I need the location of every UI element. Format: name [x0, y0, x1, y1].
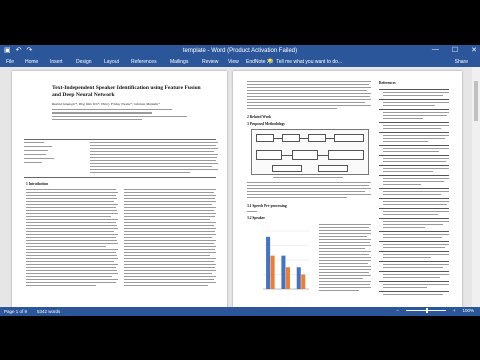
- zoom-out-button[interactable]: −: [396, 308, 399, 313]
- document-area[interactable]: Text-Independent Speaker Identification …: [0, 67, 472, 307]
- keywords-rule: [24, 139, 216, 140]
- ribbon-tabs: File Home Insert Design Layout Reference…: [0, 57, 480, 67]
- section-references: References: [379, 81, 396, 85]
- section-related-work: 2 Related Work: [247, 115, 272, 119]
- tab-design[interactable]: Design: [76, 59, 92, 65]
- share-button[interactable]: Share: [455, 59, 468, 65]
- lightbulb-icon: 💡: [267, 59, 274, 65]
- paper-authors: Rashid Jahangir*, Ying Wah Teh*, Henry F…: [52, 102, 160, 106]
- tab-review[interactable]: Review: [202, 59, 218, 65]
- zoom-level[interactable]: 100%: [462, 308, 474, 313]
- paper-title: Text-Independent Speaker Identification …: [52, 85, 212, 99]
- zoom-slider-knob[interactable]: [425, 308, 428, 313]
- tab-references[interactable]: References: [131, 59, 157, 65]
- section-introduction: 1 Introduction: [26, 182, 49, 186]
- tab-mailings[interactable]: Mailings: [170, 59, 188, 65]
- equation-line: [247, 211, 257, 213]
- paper-title-line-1: Text-Independent Speaker Identification …: [52, 85, 201, 91]
- chart-bar: [281, 255, 286, 289]
- tab-home[interactable]: Home: [25, 59, 38, 65]
- word-window: ▣ ↶ ↷ template - Word (Product Activatio…: [0, 45, 480, 316]
- vertical-scrollbar[interactable]: [472, 67, 480, 307]
- tab-layout[interactable]: Layout: [104, 59, 119, 65]
- methodology-flowchart: [251, 129, 369, 175]
- bar-chart: [263, 230, 309, 290]
- scrollbar-thumb[interactable]: [474, 81, 478, 121]
- abstract-rule: [24, 177, 216, 178]
- tab-file[interactable]: File: [6, 59, 14, 65]
- figure-caption: [273, 177, 343, 179]
- tab-insert[interactable]: Insert: [50, 59, 63, 65]
- word-count[interactable]: 5342 words: [37, 309, 60, 314]
- page-count[interactable]: Page 1 of 9: [4, 309, 27, 314]
- affiliation-lines: [52, 109, 187, 121]
- tab-view[interactable]: View: [228, 59, 239, 65]
- close-button[interactable]: ✕: [471, 46, 477, 54]
- tell-me-box[interactable]: 💡 Tell me what you want to do...: [267, 59, 342, 65]
- title-bar: ▣ ↶ ↷ template - Word (Product Activatio…: [0, 45, 480, 57]
- video-frame: ▣ ↶ ↷ template - Word (Product Activatio…: [0, 0, 480, 360]
- tell-me-text: Tell me what you want to do...: [276, 59, 343, 65]
- zoom-in-button[interactable]: +: [453, 308, 456, 313]
- minimize-button[interactable]: —: [432, 46, 439, 54]
- section-speaker: 3.2 Speaker: [247, 216, 265, 220]
- chart-bar: [266, 236, 271, 289]
- chart-bar: [301, 274, 306, 289]
- window-title: template - Word (Product Activation Fail…: [182, 48, 298, 54]
- maximize-button[interactable]: ☐: [452, 46, 458, 54]
- chart-bar: [296, 267, 301, 289]
- chart-bar: [270, 255, 275, 289]
- document-page-2[interactable]: 2 Related Work 3 Proposed Methodology 3.…: [233, 71, 462, 307]
- paper-title-line-2: and Deep Neural Network: [52, 92, 115, 98]
- section-proposed-methodology: 3 Proposed Methodology: [247, 122, 286, 126]
- document-page-1[interactable]: Text-Independent Speaker Identification …: [12, 71, 227, 307]
- status-bar: Page 1 of 9 5342 words − + 100%: [0, 307, 480, 316]
- chart-bar: [285, 267, 290, 289]
- section-speech-preprocessing: 3.1 Speech Pre-processing: [247, 204, 287, 208]
- zoom-slider[interactable]: [405, 308, 446, 313]
